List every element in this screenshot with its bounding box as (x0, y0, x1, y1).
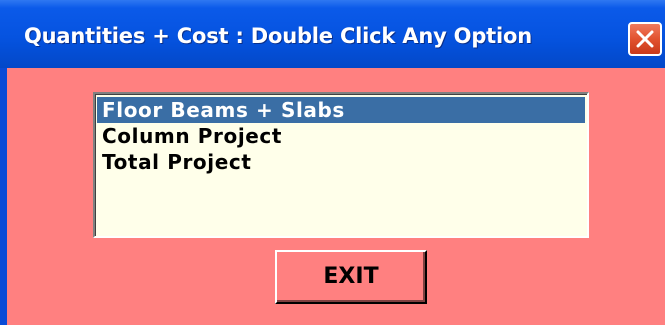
list-item-floor-beams-slabs[interactable]: Floor Beams + Slabs (97, 97, 585, 123)
list-item-total-project[interactable]: Total Project (97, 149, 585, 175)
exit-button[interactable]: EXIT (275, 250, 427, 304)
dialog-window: Quantities + Cost : Double Click Any Opt… (0, 0, 665, 325)
title-bar[interactable]: Quantities + Cost : Double Click Any Opt… (0, 0, 665, 68)
list-item-column-project[interactable]: Column Project (97, 123, 585, 149)
window-title: Quantities + Cost : Double Click Any Opt… (24, 24, 532, 48)
close-button[interactable] (628, 22, 662, 56)
options-listbox[interactable]: Floor Beams + Slabs Column Project Total… (93, 92, 589, 238)
close-icon (636, 30, 654, 48)
dialog-client-area: Floor Beams + Slabs Column Project Total… (7, 68, 665, 325)
